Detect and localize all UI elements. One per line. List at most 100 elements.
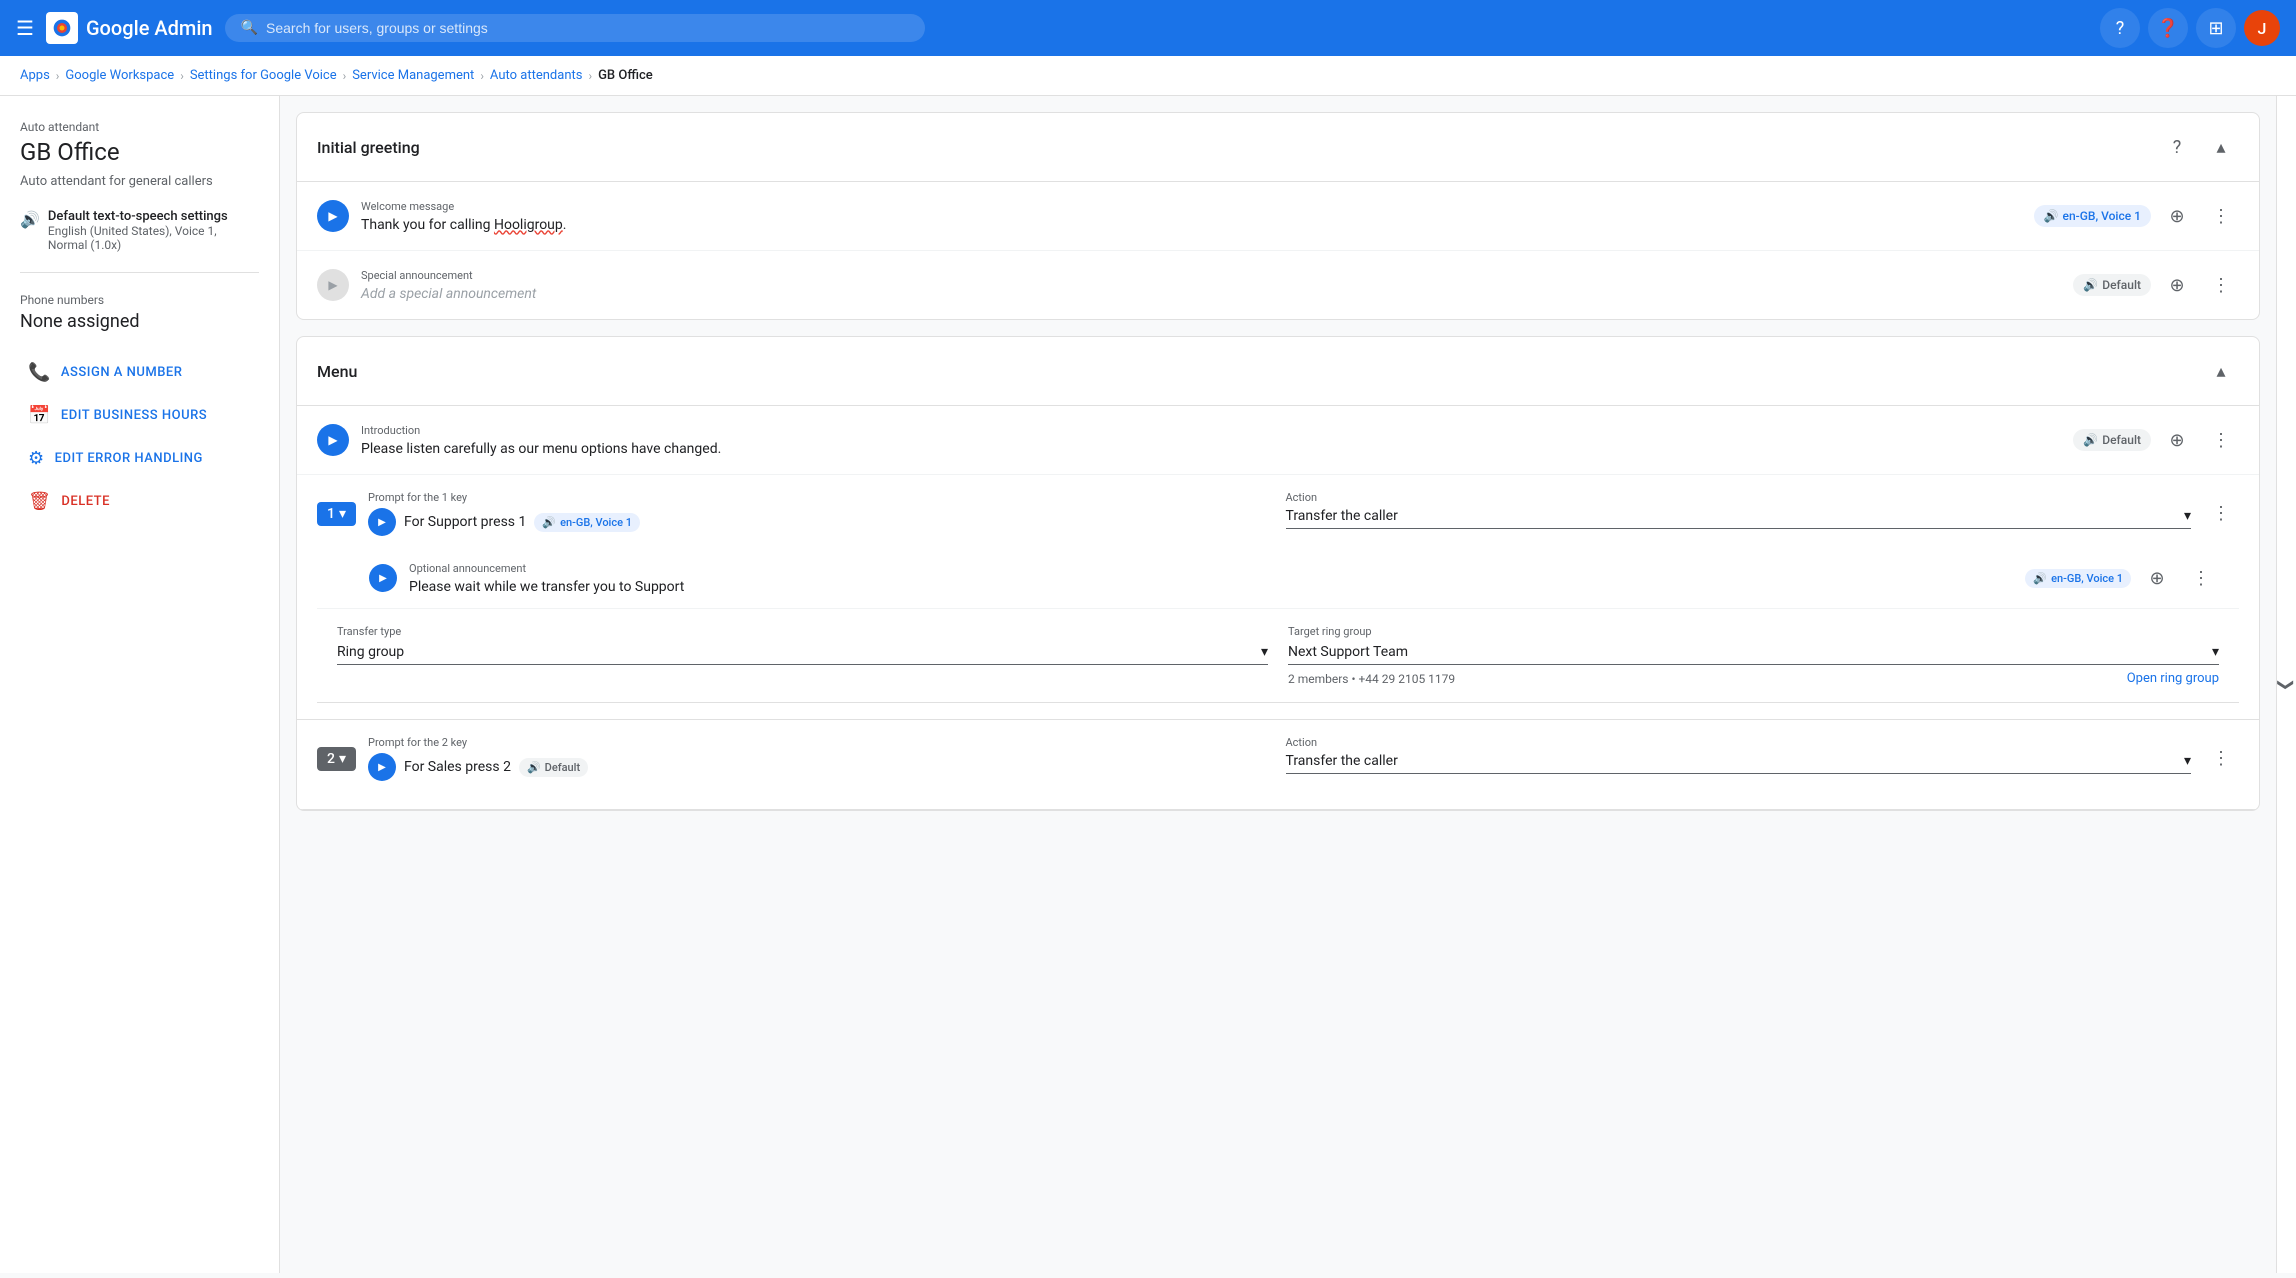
phone-numbers-section: Phone numbers None assigned (20, 293, 259, 332)
special-announcement-label: Special announcement (361, 269, 2061, 282)
welcome-text-link: Hooligroup (494, 217, 563, 233)
breadcrumb-apps[interactable]: Apps (20, 68, 50, 83)
key1-target-info: 2 members • +44 29 2105 1179 Open ring g… (1288, 671, 2219, 686)
key1-optional-add-button[interactable]: ⊕ (2139, 560, 2175, 596)
key1-target-field: Target ring group Next Support Team ▾ 2 … (1288, 625, 2219, 686)
key1-row: 1 ▾ Prompt for the 1 key ▶ For Support p… (297, 475, 2259, 720)
key1-optional-voice-label: en-GB, Voice 1 (2051, 572, 2123, 585)
edit-business-hours-button[interactable]: 📅 EDIT BUSINESS HOURS (20, 395, 259, 436)
key1-optional-content: Optional announcement Please wait while … (409, 562, 2013, 595)
initial-greeting-title: Initial greeting (317, 138, 420, 157)
menu-header[interactable]: Menu ▴ (297, 337, 2259, 406)
breadcrumb-service-management[interactable]: Service Management (352, 68, 474, 83)
key2-more-icon: ⋮ (2212, 748, 2230, 769)
breadcrumb-sep-4: › (480, 69, 484, 83)
breadcrumb-sep-1: › (56, 69, 60, 83)
assign-number-button[interactable]: 📞 ASSIGN A NUMBER (20, 352, 259, 393)
more-vert-icon: ⋮ (2212, 206, 2230, 227)
breadcrumb-google-workspace[interactable]: Google Workspace (65, 68, 174, 83)
key1-play-icon: ▶ (378, 517, 386, 528)
breadcrumb: Apps › Google Workspace › Settings for G… (0, 56, 2296, 96)
phone-numbers-label: Phone numbers (20, 293, 259, 307)
welcome-add-button[interactable]: ⊕ (2159, 198, 2195, 234)
welcome-play-button[interactable]: ▶ (317, 200, 349, 232)
business-hours-label: EDIT BUSINESS HOURS (61, 408, 207, 423)
hamburger-menu-icon[interactable]: ☰ (16, 16, 34, 40)
key2-badge[interactable]: 2 ▾ (317, 747, 356, 771)
apps-grid-button[interactable]: ⊞ (2196, 8, 2236, 48)
welcome-more-button[interactable]: ⋮ (2203, 198, 2239, 234)
search-bar[interactable]: 🔍 (225, 14, 925, 42)
welcome-message-row: ▶ Welcome message Thank you for calling … (297, 182, 2259, 251)
initial-greeting-help-button[interactable]: ? (2159, 129, 2195, 165)
key1-target-value: Next Support Team (1288, 644, 1408, 660)
special-announcement-text[interactable]: Add a special announcement (361, 286, 2061, 302)
intro-speaker-icon: 🔊 (2083, 433, 2098, 447)
sidebar-description: Auto attendant for general callers (20, 174, 259, 189)
intro-more-button[interactable]: ⋮ (2203, 422, 2239, 458)
key2-more-button[interactable]: ⋮ (2203, 741, 2239, 777)
key2-prompt-label: Prompt for the 2 key (368, 736, 1274, 749)
key1-badge[interactable]: 1 ▾ (317, 502, 356, 526)
tts-detail: English (United States), Voice 1, Normal… (48, 224, 217, 252)
key2-play-button[interactable]: ▶ (368, 753, 396, 781)
more-vert-icon-2: ⋮ (2212, 275, 2230, 296)
menu-title: Menu (317, 362, 357, 381)
sidebar: Auto attendant GB Office Auto attendant … (0, 96, 280, 1273)
intro-play-button[interactable]: ▶ (317, 424, 349, 456)
tts-icon: 🔊 (20, 210, 40, 229)
welcome-voice-label: en-GB, Voice 1 (2063, 209, 2141, 223)
initial-greeting-header[interactable]: Initial greeting ? ▴ (297, 113, 2259, 182)
key2-action-label: Action (1286, 736, 2192, 749)
special-add-button[interactable]: ⊕ (2159, 267, 2195, 303)
key2-action-area: Action Transfer the caller ▾ (1286, 736, 2192, 774)
edit-error-handling-button[interactable]: ⚙ EDIT ERROR HANDLING (20, 438, 259, 479)
key1-open-ring-group-link[interactable]: Open ring group (2127, 671, 2219, 686)
special-more-button[interactable]: ⋮ (2203, 267, 2239, 303)
key1-optional-actions: 🔊 en-GB, Voice 1 ⊕ ⋮ (2025, 560, 2219, 596)
assign-number-label: ASSIGN A NUMBER (61, 365, 183, 380)
question-icon: ❓ (2157, 18, 2179, 39)
search-input[interactable] (266, 20, 909, 36)
menu-collapse-button[interactable]: ▴ (2203, 353, 2239, 389)
menu-collapse-icon: ▴ (2216, 361, 2225, 382)
key1-target-select[interactable]: Next Support Team ▾ (1288, 644, 2219, 665)
user-avatar[interactable]: J (2244, 10, 2280, 46)
special-announcement-actions: 🔊 Default ⊕ ⋮ (2073, 267, 2239, 303)
question-support-button[interactable]: ❓ (2148, 8, 2188, 48)
collapse-up-icon: ▴ (2216, 137, 2225, 158)
add-icon: ⊕ (2169, 206, 2184, 227)
welcome-message-label: Welcome message (361, 200, 2022, 213)
key1-optional-play-button[interactable]: ▶ (369, 564, 397, 592)
initial-greeting-card: Initial greeting ? ▴ ▶ Welcome message (296, 112, 2260, 320)
key1-target-dropdown-icon: ▾ (2212, 644, 2219, 660)
intro-add-button[interactable]: ⊕ (2159, 422, 2195, 458)
key1-more-button[interactable]: ⋮ (2203, 496, 2239, 532)
key1-transfer-type-value: Ring group (337, 644, 404, 660)
key2-header: 2 ▾ Prompt for the 2 key ▶ For Sales pre… (317, 736, 2239, 781)
key2-action-select[interactable]: Transfer the caller ▾ (1286, 753, 2192, 774)
delete-icon: 🗑 (28, 491, 51, 512)
key1-transfer-type-select[interactable]: Ring group ▾ (337, 644, 1268, 665)
key1-action-select[interactable]: Transfer the caller ▾ (1286, 508, 2192, 529)
delete-button[interactable]: 🗑 DELETE (20, 481, 259, 522)
intro-more-icon: ⋮ (2212, 430, 2230, 451)
breadcrumb-auto-attendants[interactable]: Auto attendants (490, 68, 583, 83)
key1-optional-more-button[interactable]: ⋮ (2183, 560, 2219, 596)
key2-dropdown-icon: ▾ (339, 751, 346, 767)
key1-speaker-icon: 🔊 (542, 516, 556, 529)
initial-greeting-collapse-button[interactable]: ▴ (2203, 129, 2239, 165)
help-button[interactable]: ? (2100, 8, 2140, 48)
special-play-button[interactable]: ▶ (317, 269, 349, 301)
key1-play-button[interactable]: ▶ (368, 508, 396, 536)
welcome-text-suffix: . (563, 217, 567, 233)
tts-settings: 🔊 Default text-to-speech settings Englis… (20, 209, 259, 273)
breadcrumb-sep-3: › (343, 69, 347, 83)
key2-prompt-area: Prompt for the 2 key ▶ For Sales press 2… (368, 736, 1274, 781)
welcome-message-actions: 🔊 en-GB, Voice 1 ⊕ ⋮ (2034, 198, 2239, 234)
right-panel-collapse[interactable]: ❯ (2276, 96, 2296, 1273)
key1-transfer-type-label: Transfer type (337, 625, 1268, 638)
key1-dropdown-icon: ▾ (339, 506, 346, 522)
breadcrumb-settings-voice[interactable]: Settings for Google Voice (190, 68, 337, 83)
key1-optional-add-icon: ⊕ (2149, 568, 2164, 589)
